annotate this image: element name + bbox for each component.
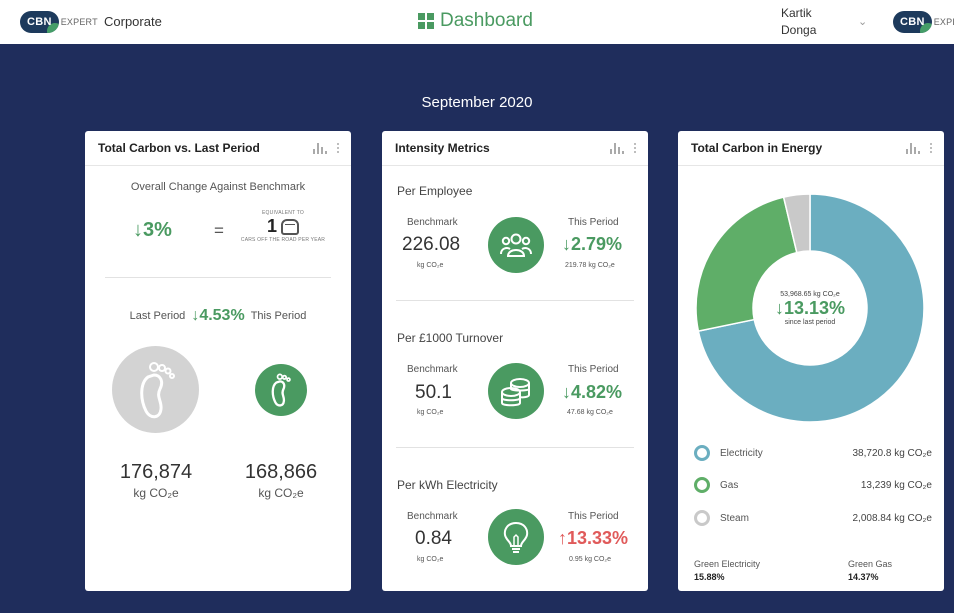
logo-word: EXPERT bbox=[933, 17, 954, 27]
page-title: Dashboard bbox=[418, 10, 533, 32]
card-header: Total Carbon in Energy bbox=[678, 131, 944, 166]
more-menu-icon[interactable] bbox=[930, 143, 932, 153]
more-menu-icon[interactable] bbox=[337, 143, 339, 153]
benchmark-unit: kg CO₂e bbox=[417, 409, 444, 416]
user-first-name: Kartik bbox=[781, 6, 812, 20]
intensity-metrics-card: Intensity Metrics Per Employee Benchmark… bbox=[382, 131, 648, 591]
benchmark-unit: kg CO₂e bbox=[417, 556, 444, 563]
this-period-label: This Period bbox=[568, 364, 619, 375]
total-carbon-card: Total Carbon vs. Last Period Overall Cha… bbox=[85, 131, 351, 591]
divider bbox=[105, 277, 331, 278]
more-menu-icon[interactable] bbox=[634, 143, 636, 153]
legend-value: 38,720.8 kg CO₂e bbox=[852, 447, 933, 459]
divider bbox=[396, 447, 634, 448]
bar-chart-icon[interactable] bbox=[610, 142, 624, 154]
metric-title: Per £1000 Turnover bbox=[397, 331, 504, 345]
benchmark-change: ↓3% bbox=[133, 219, 172, 241]
card-title: Total Carbon vs. Last Period bbox=[98, 141, 260, 155]
coins-icon bbox=[488, 363, 544, 419]
benchmark-value: 50.1 bbox=[415, 382, 452, 403]
legend-label: Gas bbox=[720, 479, 739, 491]
this-period-value: 47.68 kg CO₂e bbox=[567, 409, 613, 416]
this-period-label: This Period bbox=[250, 310, 307, 322]
last-period-unit: kg CO₂e bbox=[133, 486, 179, 500]
logo-text: CBN bbox=[27, 16, 52, 28]
benchmark-value: 0.84 bbox=[415, 528, 452, 549]
legend-label: Electricity bbox=[720, 447, 763, 459]
footprint-icon bbox=[112, 346, 199, 433]
cars-count: 1 bbox=[266, 216, 277, 236]
total-value: 53,968.65 kg CO₂e bbox=[780, 290, 840, 298]
legend-label: Steam bbox=[720, 512, 749, 524]
top-bar: CBN EXPERT Corporate Dashboard Kartik Do… bbox=[0, 0, 954, 44]
people-icon bbox=[488, 217, 544, 273]
period-change: ↓4.53% bbox=[191, 307, 245, 324]
bar-chart-icon[interactable] bbox=[906, 142, 920, 154]
legend-value: 2,008.84 kg CO₂e bbox=[852, 512, 933, 524]
total-change: ↓13.13% bbox=[774, 297, 846, 318]
user-last-name: Donga bbox=[781, 23, 817, 37]
donut-center: 53,968.65 kg CO₂e ↓13.13% since last per… bbox=[694, 194, 926, 422]
last-period-label: Last Period bbox=[129, 310, 186, 322]
card-title: Total Carbon in Energy bbox=[691, 141, 823, 155]
page-title-text: Dashboard bbox=[440, 10, 533, 31]
chevron-down-icon[interactable]: ⌄ bbox=[858, 15, 867, 28]
since-label: since last period bbox=[784, 318, 836, 326]
car-icon bbox=[281, 218, 299, 235]
cars-label: CARS OFF THE ROAD PER YEAR bbox=[240, 237, 326, 243]
organization-name[interactable]: Corporate bbox=[104, 14, 162, 29]
legend-item-electricity[interactable]: Electricity 38,720.8 kg CO₂e bbox=[694, 443, 932, 463]
lightbulb-icon bbox=[488, 509, 544, 565]
metric-change: ↓4.82% bbox=[562, 382, 623, 402]
user-name[interactable]: Kartik Donga bbox=[781, 5, 816, 39]
metric-change: ↑13.33% bbox=[558, 528, 629, 548]
metric-change: ↓2.79% bbox=[562, 234, 623, 254]
energy-carbon-card: Total Carbon in Energy 53,968.65 kg CO₂e… bbox=[678, 131, 944, 591]
legend-item-steam[interactable]: Steam 2,008.84 kg CO₂e bbox=[694, 508, 932, 528]
benchmark-unit: kg CO₂e bbox=[417, 262, 444, 269]
legend-value: 13,239 kg CO₂e bbox=[860, 479, 932, 491]
green-gas-value: 14.37% bbox=[848, 572, 879, 582]
last-period-value: 176,874 bbox=[119, 461, 193, 483]
card-title: Intensity Metrics bbox=[395, 141, 490, 155]
period-heading: September 2020 bbox=[421, 94, 533, 111]
benchmark-subtitle: Overall Change Against Benchmark bbox=[130, 181, 306, 193]
legend-ring bbox=[694, 445, 710, 461]
bar-chart-icon[interactable] bbox=[313, 142, 327, 154]
this-period-label: This Period bbox=[568, 511, 619, 522]
client-logo: CBN EXPERT bbox=[893, 9, 954, 35]
this-period-unit: kg CO₂e bbox=[258, 486, 304, 500]
cars-equivalent: EQUIVALENT TO 1 CARS OFF THE ROAD PER YE… bbox=[233, 210, 333, 243]
legend-ring bbox=[694, 477, 710, 493]
dashboard-icon bbox=[418, 13, 434, 29]
this-period-value: 219.78 kg CO₂e bbox=[565, 262, 615, 269]
metric-title: Per kWh Electricity bbox=[397, 478, 498, 492]
this-period-label: This Period bbox=[568, 217, 619, 228]
green-electricity-label: Green Electricity bbox=[694, 559, 761, 569]
card-header: Intensity Metrics bbox=[382, 131, 648, 166]
divider bbox=[396, 300, 634, 301]
brand-logo[interactable]: CBN EXPERT bbox=[20, 9, 98, 35]
benchmark-label: Benchmark bbox=[407, 511, 458, 522]
benchmark-value: 226.08 bbox=[402, 234, 461, 255]
green-gas-label: Green Gas bbox=[848, 559, 893, 569]
metric-title: Per Employee bbox=[397, 184, 473, 198]
legend-item-gas[interactable]: Gas 13,239 kg CO₂e bbox=[694, 475, 932, 495]
period-comparison: Last Period ↓4.53% This Period bbox=[85, 307, 351, 325]
legend-ring bbox=[694, 510, 710, 526]
green-electricity-value: 15.88% bbox=[694, 572, 725, 582]
benchmark-label: Benchmark bbox=[407, 364, 458, 375]
this-period-value: 168,866 bbox=[244, 461, 318, 483]
card-header: Total Carbon vs. Last Period bbox=[85, 131, 351, 166]
logo-text: CBN bbox=[900, 16, 925, 28]
footprint-icon bbox=[255, 364, 307, 416]
benchmark-label: Benchmark bbox=[407, 217, 458, 228]
equals-sign: = bbox=[214, 221, 224, 240]
logo-word: EXPERT bbox=[60, 17, 98, 27]
this-period-value: 0.95 kg CO₂e bbox=[569, 556, 612, 563]
